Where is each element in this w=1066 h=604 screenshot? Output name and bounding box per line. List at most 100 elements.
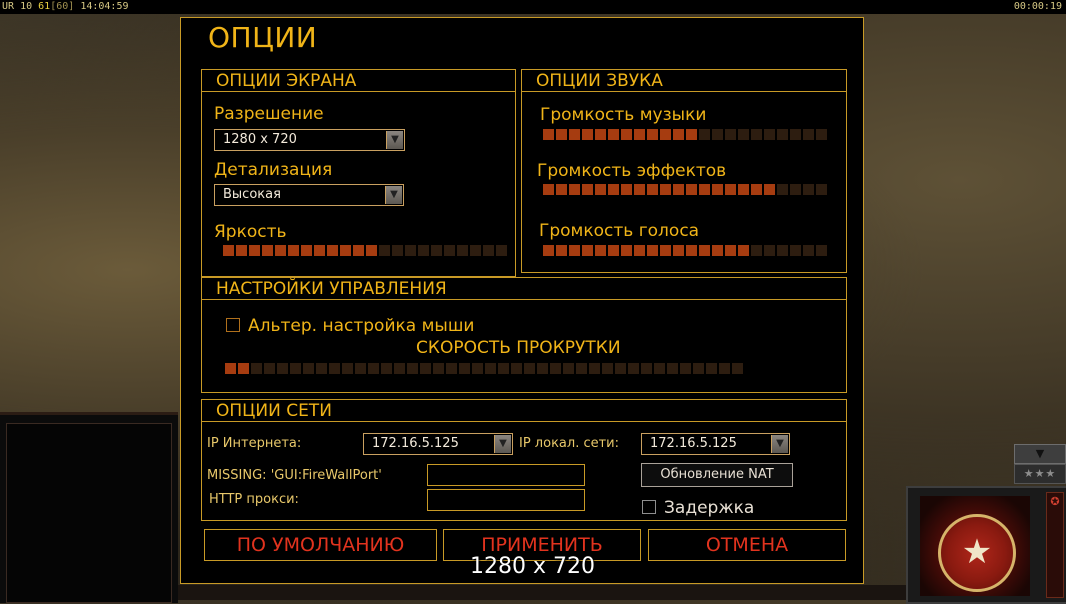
- level-segment[interactable]: [660, 129, 671, 140]
- level-segment[interactable]: [673, 129, 684, 140]
- level-segment[interactable]: [569, 184, 580, 195]
- voice-volume-slider[interactable]: [543, 245, 827, 256]
- level-segment[interactable]: [777, 129, 788, 140]
- level-segment[interactable]: [543, 245, 554, 256]
- general-portrait[interactable]: ★: [920, 496, 1030, 596]
- level-segment[interactable]: [288, 245, 299, 256]
- level-segment[interactable]: [327, 245, 338, 256]
- level-segment[interactable]: [693, 363, 704, 374]
- level-segment[interactable]: [621, 129, 632, 140]
- level-segment[interactable]: [418, 245, 429, 256]
- level-segment[interactable]: [751, 184, 762, 195]
- level-segment[interactable]: [660, 245, 671, 256]
- level-segment[interactable]: [608, 184, 619, 195]
- level-segment[interactable]: [550, 363, 561, 374]
- level-segment[interactable]: [686, 129, 697, 140]
- level-segment[interactable]: [699, 245, 710, 256]
- level-segment[interactable]: [725, 184, 736, 195]
- resolution-dropdown[interactable]: 1280 x 720 ▼: [214, 129, 405, 151]
- level-segment[interactable]: [699, 184, 710, 195]
- level-segment[interactable]: [621, 184, 632, 195]
- level-segment[interactable]: [803, 245, 814, 256]
- level-segment[interactable]: [686, 184, 697, 195]
- level-segment[interactable]: [223, 245, 234, 256]
- level-segment[interactable]: [249, 245, 260, 256]
- level-segment[interactable]: [589, 363, 600, 374]
- internet-ip-dropdown[interactable]: 172.16.5.125 ▼: [363, 433, 513, 455]
- level-segment[interactable]: [764, 129, 775, 140]
- level-segment[interactable]: [433, 363, 444, 374]
- level-segment[interactable]: [524, 363, 535, 374]
- level-segment[interactable]: [543, 184, 554, 195]
- level-segment[interactable]: [355, 363, 366, 374]
- level-segment[interactable]: [680, 363, 691, 374]
- level-segment[interactable]: [543, 129, 554, 140]
- level-segment[interactable]: [712, 129, 723, 140]
- level-segment[interactable]: [803, 129, 814, 140]
- level-segment[interactable]: [368, 363, 379, 374]
- level-segment[interactable]: [275, 245, 286, 256]
- level-segment[interactable]: [379, 245, 390, 256]
- level-segment[interactable]: [628, 363, 639, 374]
- level-segment[interactable]: [686, 245, 697, 256]
- scroll-speed-slider[interactable]: [225, 363, 743, 374]
- level-segment[interactable]: [602, 363, 613, 374]
- chevron-down-icon[interactable]: ▼: [771, 435, 788, 453]
- detail-dropdown[interactable]: Высокая ▼: [214, 184, 404, 206]
- level-segment[interactable]: [342, 363, 353, 374]
- level-segment[interactable]: [738, 129, 749, 140]
- level-segment[interactable]: [431, 245, 442, 256]
- level-segment[interactable]: [803, 184, 814, 195]
- level-segment[interactable]: [483, 245, 494, 256]
- level-segment[interactable]: [225, 363, 236, 374]
- chevron-down-icon[interactable]: ▼: [385, 186, 402, 204]
- level-segment[interactable]: [290, 363, 301, 374]
- level-segment[interactable]: [277, 363, 288, 374]
- level-segment[interactable]: [621, 245, 632, 256]
- level-segment[interactable]: [751, 129, 762, 140]
- level-segment[interactable]: [673, 184, 684, 195]
- level-segment[interactable]: [470, 245, 481, 256]
- level-segment[interactable]: [738, 184, 749, 195]
- level-segment[interactable]: [236, 245, 247, 256]
- minimap[interactable]: [6, 423, 172, 603]
- level-segment[interactable]: [314, 245, 325, 256]
- level-segment[interactable]: [251, 363, 262, 374]
- level-segment[interactable]: [634, 245, 645, 256]
- level-segment[interactable]: [725, 245, 736, 256]
- level-segment[interactable]: [608, 129, 619, 140]
- level-segment[interactable]: [719, 363, 730, 374]
- level-segment[interactable]: [420, 363, 431, 374]
- level-segment[interactable]: [392, 245, 403, 256]
- level-segment[interactable]: [699, 129, 710, 140]
- level-segment[interactable]: [725, 129, 736, 140]
- level-segment[interactable]: [595, 129, 606, 140]
- update-nat-button[interactable]: Обновление NAT: [641, 463, 793, 487]
- level-segment[interactable]: [634, 129, 645, 140]
- level-segment[interactable]: [340, 245, 351, 256]
- level-segment[interactable]: [816, 184, 827, 195]
- level-segment[interactable]: [582, 184, 593, 195]
- level-segment[interactable]: [777, 184, 788, 195]
- level-segment[interactable]: [816, 245, 827, 256]
- level-segment[interactable]: [262, 245, 273, 256]
- level-segment[interactable]: [301, 245, 312, 256]
- level-segment[interactable]: [537, 363, 548, 374]
- level-segment[interactable]: [496, 245, 507, 256]
- chevron-down-icon[interactable]: ▼: [1014, 444, 1066, 464]
- level-segment[interactable]: [777, 245, 788, 256]
- level-segment[interactable]: [498, 363, 509, 374]
- level-segment[interactable]: [751, 245, 762, 256]
- level-segment[interactable]: [563, 363, 574, 374]
- level-segment[interactable]: [353, 245, 364, 256]
- level-segment[interactable]: [238, 363, 249, 374]
- level-segment[interactable]: [647, 129, 658, 140]
- firewall-port-input[interactable]: [427, 464, 585, 486]
- brightness-slider[interactable]: [223, 245, 507, 256]
- alt-mouse-checkbox[interactable]: [226, 318, 240, 332]
- level-segment[interactable]: [329, 363, 340, 374]
- chevron-down-icon[interactable]: ▼: [386, 131, 403, 149]
- level-segment[interactable]: [394, 363, 405, 374]
- level-segment[interactable]: [457, 245, 468, 256]
- music-volume-slider[interactable]: [543, 129, 827, 140]
